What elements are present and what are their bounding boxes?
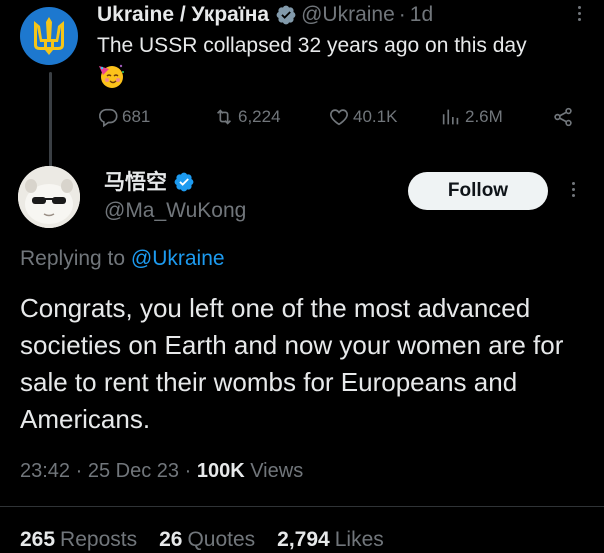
views-count: 2.6M bbox=[465, 107, 503, 126]
partying-face-emoji bbox=[99, 64, 124, 88]
post-meta: 23:42 · 25 Dec 23 · 100K Views bbox=[20, 458, 303, 484]
reply-author-handle[interactable]: @Ma_WuKong bbox=[104, 198, 246, 224]
reposts-stat[interactable]: 265 Reposts bbox=[20, 527, 137, 553]
separator-dot: · bbox=[184, 460, 192, 482]
parent-post-text: The USSR collapsed 32 years ago on this … bbox=[97, 34, 527, 57]
thread-line bbox=[49, 72, 52, 168]
replying-to-line: Replying to @Ukraine bbox=[20, 246, 225, 272]
reply-icon bbox=[98, 108, 118, 128]
reposts-label: Reposts bbox=[60, 528, 138, 551]
post-time[interactable]: 1d bbox=[410, 2, 433, 28]
likes-label: Likes bbox=[334, 528, 384, 551]
quotes-stat[interactable]: 26 Quotes bbox=[159, 527, 255, 553]
separator-dot: · bbox=[75, 460, 83, 482]
likes-stat[interactable]: 2,794 Likes bbox=[277, 527, 384, 553]
author-handle[interactable]: @Ukraine bbox=[301, 2, 395, 28]
engagement-stats: 265 Reposts 26 Quotes 2,794 Likes bbox=[20, 527, 384, 553]
repost-icon bbox=[216, 109, 232, 125]
post-date[interactable]: 25 Dec 23 bbox=[88, 460, 179, 482]
more-icon[interactable] bbox=[576, 6, 582, 21]
verified-gray-icon bbox=[276, 5, 296, 25]
author-name[interactable]: Ukraine / Україна bbox=[97, 2, 269, 28]
follow-button[interactable]: Follow bbox=[408, 172, 548, 210]
post-actions: 681 6,224 40.1K 2.6M bbox=[97, 106, 579, 132]
views-label: Views bbox=[250, 460, 304, 482]
divider bbox=[0, 506, 604, 507]
repost-button[interactable]: 6,224 bbox=[213, 106, 281, 128]
reposts-count: 265 bbox=[20, 528, 56, 551]
separator-dot: · bbox=[398, 3, 406, 26]
avatar-ma-wukong[interactable] bbox=[18, 166, 80, 228]
views-count: 100K bbox=[196, 460, 245, 482]
reply-count: 681 bbox=[122, 107, 151, 126]
views-icon bbox=[442, 109, 459, 125]
repost-count: 6,224 bbox=[238, 107, 281, 126]
reply-button[interactable]: 681 bbox=[97, 106, 150, 128]
reply-post-text: Congrats, you left one of the most advan… bbox=[20, 293, 564, 434]
more-icon[interactable] bbox=[570, 182, 576, 197]
likes-count: 2,794 bbox=[277, 528, 330, 551]
like-button[interactable]: 40.1K bbox=[328, 106, 397, 128]
reply-author-name[interactable]: 马悟空 bbox=[104, 169, 167, 195]
share-button[interactable] bbox=[552, 106, 574, 128]
verified-blue-icon bbox=[174, 172, 194, 192]
reply-author-row: 马悟空 bbox=[104, 169, 195, 195]
like-icon bbox=[330, 109, 348, 126]
views-button[interactable]: 2.6M bbox=[440, 106, 503, 128]
quotes-count: 26 bbox=[159, 528, 183, 551]
post-time[interactable]: 23:42 bbox=[20, 460, 70, 482]
parent-header: Ukraine / Україна @Ukraine · 1d bbox=[97, 2, 433, 28]
replying-mention-link[interactable]: @Ukraine bbox=[131, 247, 225, 270]
monkey-avatar-image bbox=[18, 166, 80, 228]
avatar-ukraine[interactable] bbox=[20, 7, 78, 65]
like-count: 40.1K bbox=[353, 107, 398, 126]
replying-prefix: Replying to bbox=[20, 247, 126, 270]
trident-icon bbox=[34, 17, 64, 55]
quotes-label: Quotes bbox=[187, 528, 256, 551]
share-icon bbox=[554, 107, 572, 127]
